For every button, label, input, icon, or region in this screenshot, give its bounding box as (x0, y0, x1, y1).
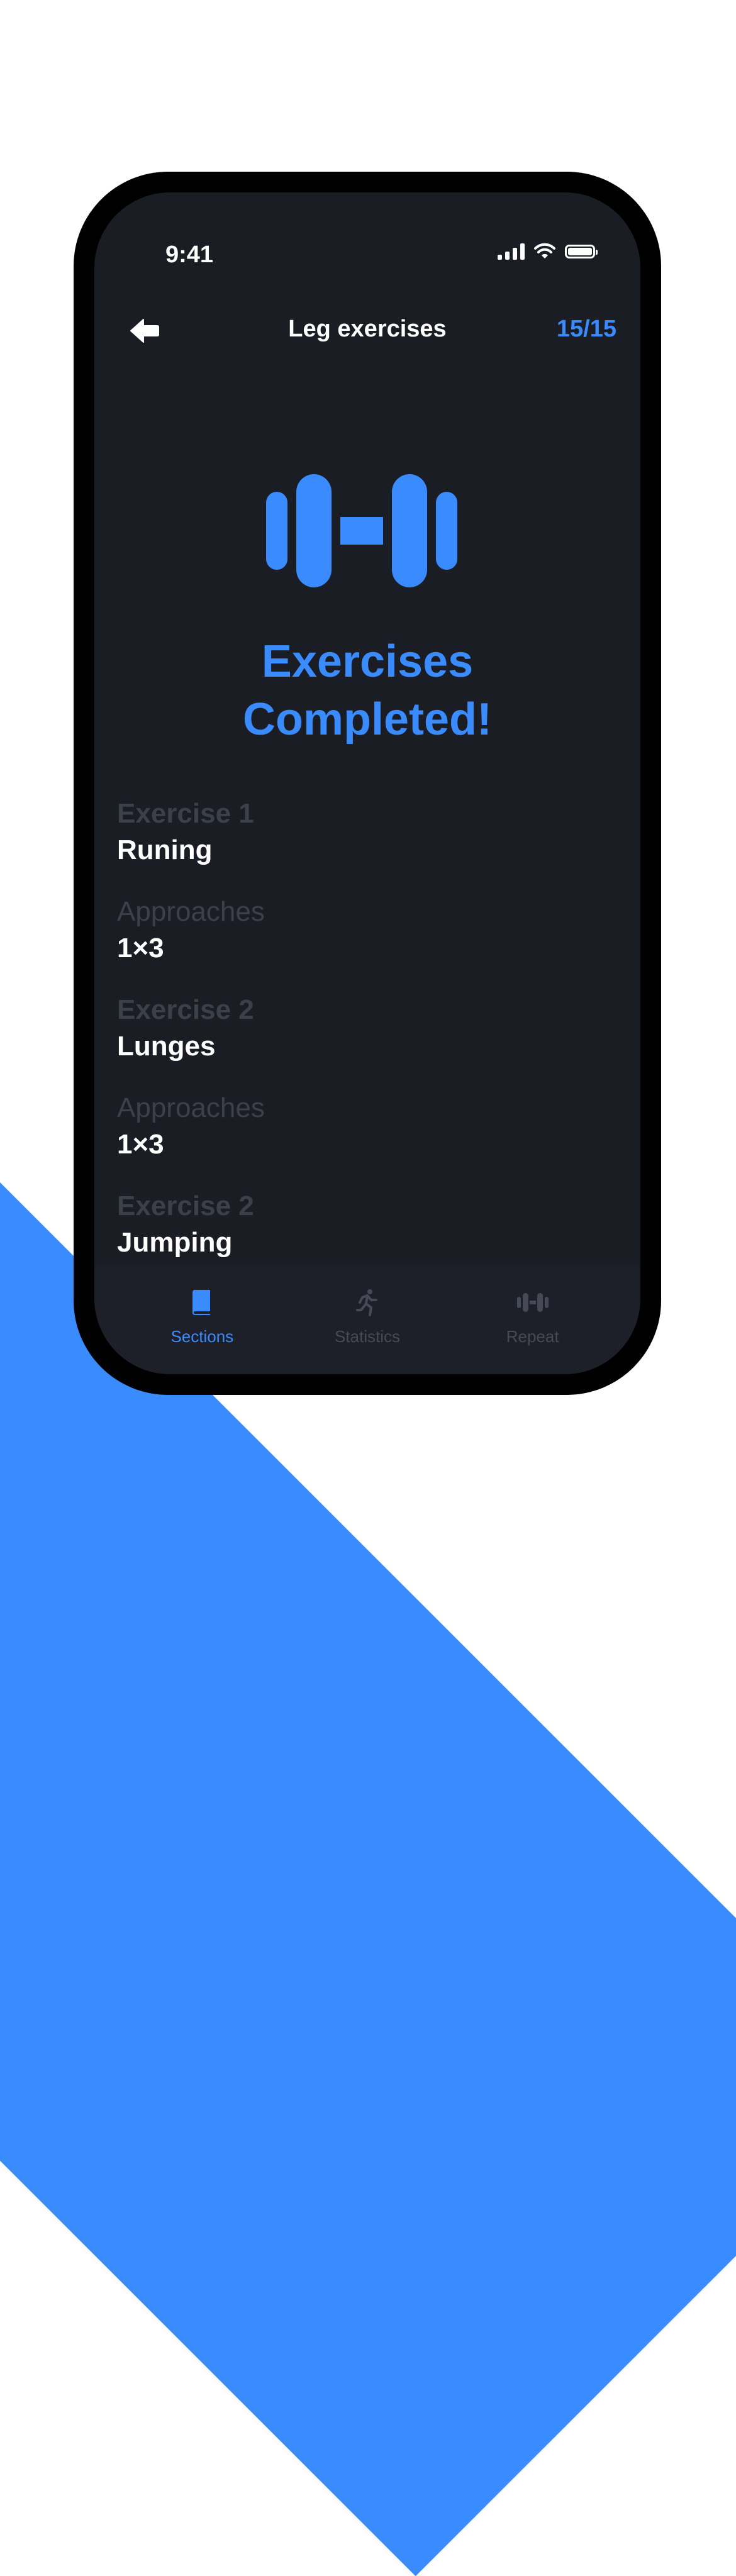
approaches-label: Approaches (117, 896, 265, 927)
dumbbell-icon (266, 474, 457, 587)
battery-icon (565, 245, 598, 258)
completed-heading: Exercises Completed! (94, 633, 640, 748)
running-icon (355, 1289, 377, 1316)
progress-counter: 15/15 (556, 316, 616, 342)
exercise-summary-list: Exercise 1 Runing Approaches 1×3 Exercis… (117, 795, 615, 1285)
cellular-signal-icon (498, 243, 525, 260)
exercise-value: Lunges (117, 1031, 216, 1062)
exercise-value: Runing (117, 835, 213, 865)
tab-repeat-label: Repeat (506, 1327, 559, 1346)
wifi-icon (534, 243, 555, 258)
dumbbell-icon (516, 1293, 549, 1312)
book-icon (192, 1290, 211, 1315)
approaches-label: Approaches (117, 1092, 265, 1123)
phone-frame: 9:41 Leg exercises 15/15 Exercises Compl… (74, 172, 661, 1395)
approaches-value: 1×3 (117, 933, 164, 963)
exercise-label: Exercise 2 (117, 994, 254, 1025)
tab-statistics-label: Statistics (334, 1327, 400, 1346)
exercise-label: Exercise 1 (117, 798, 254, 829)
tab-sections-label: Sections (170, 1327, 234, 1346)
app-screen: 9:41 Leg exercises 15/15 Exercises Compl… (94, 192, 640, 1374)
status-time: 9:41 (165, 242, 214, 268)
tab-statistics[interactable]: Statistics (298, 1265, 437, 1374)
tab-bar: Sections Statistics Repeat (94, 1265, 640, 1374)
exercise-value: Jumping (117, 1227, 233, 1258)
approaches-value: 1×3 (117, 1129, 164, 1160)
completed-heading-line1: Exercises (261, 636, 474, 687)
status-icons (498, 243, 598, 260)
tab-sections[interactable]: Sections (133, 1265, 271, 1374)
tab-repeat[interactable]: Repeat (464, 1265, 602, 1374)
completed-heading-line2: Completed! (243, 694, 492, 745)
exercise-label: Exercise 2 (117, 1191, 254, 1221)
